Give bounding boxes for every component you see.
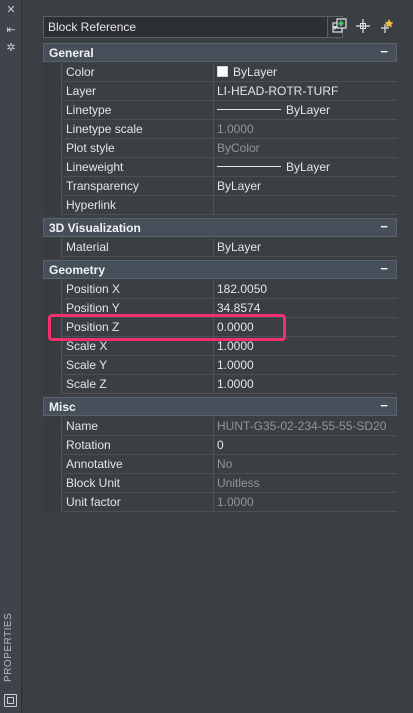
property-row-name[interactable]: Name HUNT-G35-02-234-55-55-SD20 bbox=[43, 417, 397, 436]
property-value: 1.0000 bbox=[214, 120, 397, 139]
property-row-layer[interactable]: Layer LI-HEAD-ROTR-TURF bbox=[43, 82, 397, 101]
close-icon[interactable]: ✕ bbox=[5, 4, 17, 16]
property-row-color[interactable]: Color ByLayer bbox=[43, 63, 397, 82]
property-row-plot-style[interactable]: Plot style ByColor bbox=[43, 139, 397, 158]
collapse-icon[interactable]: − bbox=[380, 44, 388, 59]
collapse-icon[interactable]: − bbox=[380, 398, 388, 413]
section-title: 3D Visualization bbox=[49, 221, 141, 235]
collapse-icon[interactable]: − bbox=[380, 219, 388, 234]
property-value[interactable]: 1.0000 bbox=[214, 356, 397, 375]
property-row-transparency[interactable]: Transparency ByLayer bbox=[43, 177, 397, 196]
section-title: Geometry bbox=[49, 263, 106, 277]
property-label: Unit factor bbox=[61, 493, 214, 512]
property-row-linetype-scale[interactable]: Linetype scale 1.0000 bbox=[43, 120, 397, 139]
property-value[interactable]: 1.0000 bbox=[214, 375, 397, 394]
property-label: Rotation bbox=[61, 436, 214, 455]
palette-side-strip: ✕ ⇤ ✲ PROPERTIES bbox=[0, 0, 22, 713]
property-row-scale-y[interactable]: Scale Y 1.0000 bbox=[43, 356, 397, 375]
property-value: 1.0000 bbox=[214, 493, 397, 512]
property-value[interactable]: LI-HEAD-ROTR-TURF bbox=[214, 82, 397, 101]
property-label: Transparency bbox=[61, 177, 214, 196]
toggle-pickadd-icon[interactable] bbox=[331, 18, 349, 36]
property-value[interactable]: 0 bbox=[214, 436, 397, 455]
options-icon[interactable] bbox=[4, 694, 17, 707]
lineweight-sample-icon bbox=[217, 166, 281, 167]
property-label: Linetype bbox=[61, 101, 214, 120]
linetype-sample-icon bbox=[217, 109, 281, 110]
property-label: Position X bbox=[61, 280, 214, 299]
section-misc[interactable]: Misc − bbox=[43, 397, 397, 416]
property-value[interactable]: ByLayer bbox=[214, 238, 397, 257]
property-label: Scale Z bbox=[61, 375, 214, 394]
property-value: No bbox=[214, 455, 397, 474]
section-title: Misc bbox=[49, 400, 76, 414]
collapse-icon[interactable]: − bbox=[380, 261, 388, 276]
property-value[interactable]: ByLayer bbox=[214, 63, 397, 82]
property-label: Name bbox=[61, 417, 214, 436]
property-label: Color bbox=[61, 63, 214, 82]
highlight-annotation bbox=[48, 314, 286, 341]
select-objects-icon[interactable] bbox=[354, 18, 372, 36]
properties-grid: General − Color ByLayer Layer LI-HEAD-RO… bbox=[43, 42, 397, 512]
property-value[interactable]: ByLayer bbox=[214, 101, 397, 120]
color-swatch-icon bbox=[217, 66, 228, 77]
palette-title: PROPERTIES bbox=[3, 612, 14, 682]
property-label: Annotative bbox=[61, 455, 214, 474]
property-label: Block Unit bbox=[61, 474, 214, 493]
settings-icon[interactable]: ✲ bbox=[5, 42, 17, 54]
property-row-rotation[interactable]: Rotation 0 bbox=[43, 436, 397, 455]
property-value[interactable]: 182.0050 bbox=[214, 280, 397, 299]
property-label: Lineweight bbox=[61, 158, 214, 177]
quick-select-icon[interactable] bbox=[378, 18, 396, 36]
property-label: Scale Y bbox=[61, 356, 214, 375]
property-value: HUNT-G35-02-234-55-55-SD20 bbox=[214, 417, 397, 436]
property-label: Linetype scale bbox=[61, 120, 214, 139]
section-geometry[interactable]: Geometry − bbox=[43, 260, 397, 279]
property-row-unit-factor[interactable]: Unit factor 1.0000 bbox=[43, 493, 397, 512]
section-3d-visualization[interactable]: 3D Visualization − bbox=[43, 218, 397, 237]
property-row-position-x[interactable]: Position X 182.0050 bbox=[43, 280, 397, 299]
property-label: Hyperlink bbox=[61, 196, 214, 215]
section-title: General bbox=[49, 46, 94, 60]
property-value[interactable]: ByLayer bbox=[214, 158, 397, 177]
property-value: ByColor bbox=[214, 139, 397, 158]
property-row-scale-z[interactable]: Scale Z 1.0000 bbox=[43, 375, 397, 394]
property-row-linetype[interactable]: Linetype ByLayer bbox=[43, 101, 397, 120]
object-type-dropdown[interactable]: Block Reference bbox=[43, 16, 343, 38]
object-type-value: Block Reference bbox=[48, 20, 137, 34]
property-label: Material bbox=[61, 238, 214, 257]
auto-hide-icon[interactable]: ⇤ bbox=[5, 24, 17, 36]
property-row-annotative[interactable]: Annotative No bbox=[43, 455, 397, 474]
property-value[interactable] bbox=[214, 196, 397, 215]
property-row-material[interactable]: Material ByLayer bbox=[43, 238, 397, 257]
property-label: Layer bbox=[61, 82, 214, 101]
section-general[interactable]: General − bbox=[43, 43, 397, 62]
property-row-hyperlink[interactable]: Hyperlink bbox=[43, 196, 397, 215]
property-label: Plot style bbox=[61, 139, 214, 158]
property-row-block-unit[interactable]: Block Unit Unitless bbox=[43, 474, 397, 493]
property-value[interactable]: ByLayer bbox=[214, 177, 397, 196]
property-value: Unitless bbox=[214, 474, 397, 493]
property-row-lineweight[interactable]: Lineweight ByLayer bbox=[43, 158, 397, 177]
